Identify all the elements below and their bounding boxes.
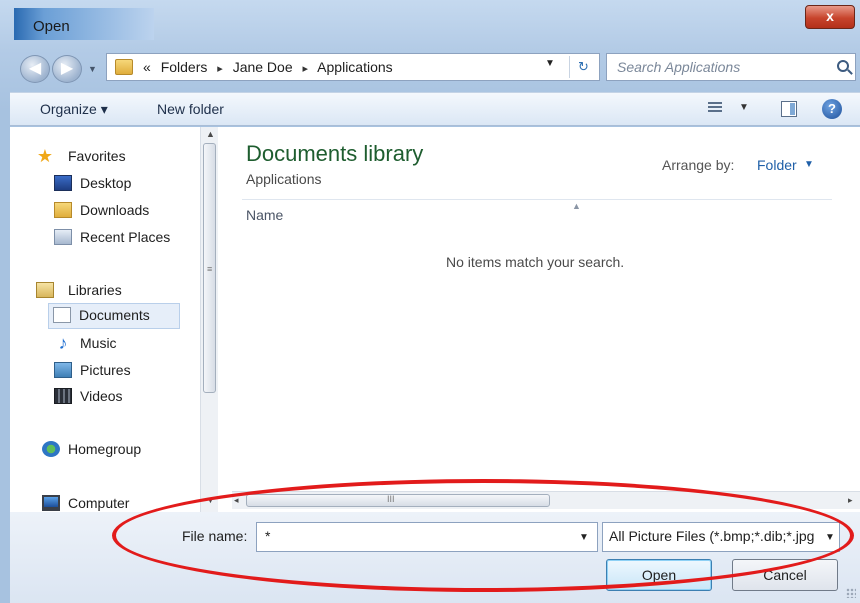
close-button[interactable]: x xyxy=(805,5,855,29)
nav-item-label: Favorites xyxy=(68,148,126,164)
computer-icon xyxy=(42,495,60,511)
navigation-pane: ★ Favorites Desktop Downloads Recent Pla… xyxy=(10,127,200,512)
cancel-button[interactable]: Cancel xyxy=(732,559,838,591)
pictures-icon xyxy=(54,362,72,378)
file-type-value: All Picture Files (*.bmp;*.dib;*.jpg xyxy=(609,528,815,544)
scroll-down-arrow-icon[interactable]: ▼ xyxy=(206,495,215,505)
command-bar: Organize ▾ New folder ▼ ? xyxy=(10,92,860,126)
file-name-input[interactable]: * xyxy=(265,528,270,544)
change-view-icon[interactable] xyxy=(708,102,722,114)
arrange-by-label: Arrange by: xyxy=(662,157,735,173)
breadcrumb-separator[interactable]: ▸ xyxy=(217,63,223,75)
folder-icon xyxy=(115,59,133,75)
breadcrumb-item-folders[interactable]: Folders xyxy=(161,59,208,75)
empty-state-message: No items match your search. xyxy=(446,254,625,270)
address-dropdown-icon[interactable]: ▼ xyxy=(545,58,555,69)
views-dropdown-icon[interactable]: ▼ xyxy=(739,102,749,113)
nav-item-label: Recent Places xyxy=(80,229,171,245)
recent-places-icon xyxy=(54,229,72,245)
file-name-label: File name: xyxy=(182,528,248,544)
address-bar[interactable]: « Folders ▸ Jane Doe ▸ Applications ▼ ↻ xyxy=(106,53,600,81)
navigation-scrollbar[interactable]: ▲ ≡ ▼ xyxy=(200,127,218,512)
scroll-left-arrow-icon[interactable]: ◂ xyxy=(234,495,239,506)
downloads-folder-icon xyxy=(54,202,72,218)
scroll-grip-icon: ≡ xyxy=(207,264,213,274)
nav-item-homegroup[interactable]: Homegroup xyxy=(38,438,192,462)
breadcrumb-separator[interactable]: ▸ xyxy=(303,63,309,75)
breadcrumb-overflow[interactable]: « xyxy=(143,59,151,75)
star-icon: ★ xyxy=(36,146,54,166)
search-box[interactable]: Search Applications xyxy=(606,53,856,81)
document-icon xyxy=(53,307,71,323)
nav-item-label: Pictures xyxy=(80,362,131,378)
content-area: ★ Favorites Desktop Downloads Recent Pla… xyxy=(10,127,860,512)
scroll-grip-icon: III xyxy=(387,494,395,504)
search-input[interactable]: Search Applications xyxy=(617,59,740,75)
nav-item-label: Music xyxy=(80,335,117,351)
nav-item-label: Desktop xyxy=(80,175,132,191)
header-divider xyxy=(242,199,832,200)
refresh-icon[interactable]: ↻ xyxy=(569,56,597,78)
nav-item-downloads[interactable]: Downloads xyxy=(50,199,192,223)
scroll-right-arrow-icon[interactable]: ▸ xyxy=(848,495,853,506)
nav-item-label: Documents xyxy=(79,307,150,323)
breadcrumb-item-jane-doe[interactable]: Jane Doe xyxy=(233,59,293,75)
music-note-icon: ♪ xyxy=(58,333,68,353)
nav-item-recent-places[interactable]: Recent Places xyxy=(50,226,192,250)
nav-item-pictures[interactable]: Pictures xyxy=(50,359,192,383)
file-selection-pane: File name: * ▼ All Picture Files (*.bmp;… xyxy=(10,512,860,603)
library-title: Documents library xyxy=(246,141,424,166)
file-type-select[interactable]: All Picture Files (*.bmp;*.dib;*.jpg ▼ xyxy=(602,522,840,552)
nav-item-documents[interactable]: Documents xyxy=(48,303,180,329)
file-name-combobox[interactable]: * ▼ xyxy=(256,522,598,552)
nav-item-favorites[interactable]: ★ Favorites xyxy=(32,145,192,169)
arrange-by-dropdown[interactable]: Folder xyxy=(757,157,797,173)
film-icon xyxy=(54,388,72,404)
nav-item-label: Computer xyxy=(68,495,130,511)
file-name-dropdown-icon[interactable]: ▼ xyxy=(579,532,589,543)
nav-item-label: Downloads xyxy=(80,202,150,218)
new-folder-button[interactable]: New folder xyxy=(157,101,224,117)
horizontal-scrollbar[interactable]: ◂ III ▸ xyxy=(232,491,860,509)
nav-item-videos[interactable]: Videos xyxy=(50,385,192,409)
desktop-icon xyxy=(54,175,72,191)
nav-item-libraries[interactable]: Libraries xyxy=(32,279,192,303)
organize-button[interactable]: Organize ▾ xyxy=(40,101,108,118)
sort-ascending-icon: ▲ xyxy=(572,201,581,211)
file-type-dropdown-icon[interactable]: ▼ xyxy=(825,532,835,543)
breadcrumb-item-applications[interactable]: Applications xyxy=(317,59,393,75)
recent-pages-dropdown[interactable]: ▼ xyxy=(88,64,97,74)
resize-grip[interactable] xyxy=(846,588,856,598)
open-dialog: Open x ◀ ▶ ▼ « Folders ▸ Jane Doe ▸ Appl… xyxy=(0,0,860,603)
open-button[interactable]: Open xyxy=(606,559,712,591)
window-title: Open xyxy=(33,18,70,35)
back-button[interactable]: ◀ xyxy=(20,55,50,83)
scroll-thumb[interactable]: ≡ xyxy=(203,143,216,393)
column-header-name[interactable]: Name xyxy=(246,207,283,223)
nav-item-label: Libraries xyxy=(68,282,122,298)
forward-button[interactable]: ▶ xyxy=(52,55,82,83)
arrange-dropdown-icon[interactable]: ▼ xyxy=(804,159,814,170)
preview-pane-icon[interactable] xyxy=(781,101,797,117)
search-icon[interactable] xyxy=(837,60,849,72)
nav-item-label: Homegroup xyxy=(68,441,142,457)
nav-item-desktop[interactable]: Desktop xyxy=(50,172,192,196)
title-bar[interactable]: Open x xyxy=(0,0,860,40)
homegroup-icon xyxy=(42,441,60,457)
nav-item-label: Videos xyxy=(80,388,123,404)
scroll-up-arrow-icon[interactable]: ▲ xyxy=(206,129,215,139)
help-icon[interactable]: ? xyxy=(822,99,842,119)
library-subtitle: Applications xyxy=(246,171,322,187)
horizontal-scroll-thumb[interactable]: III xyxy=(246,494,550,507)
nav-item-music[interactable]: ♪ Music xyxy=(50,332,192,356)
libraries-icon xyxy=(36,282,54,298)
breadcrumb: « Folders ▸ Jane Doe ▸ Applications xyxy=(143,59,393,75)
